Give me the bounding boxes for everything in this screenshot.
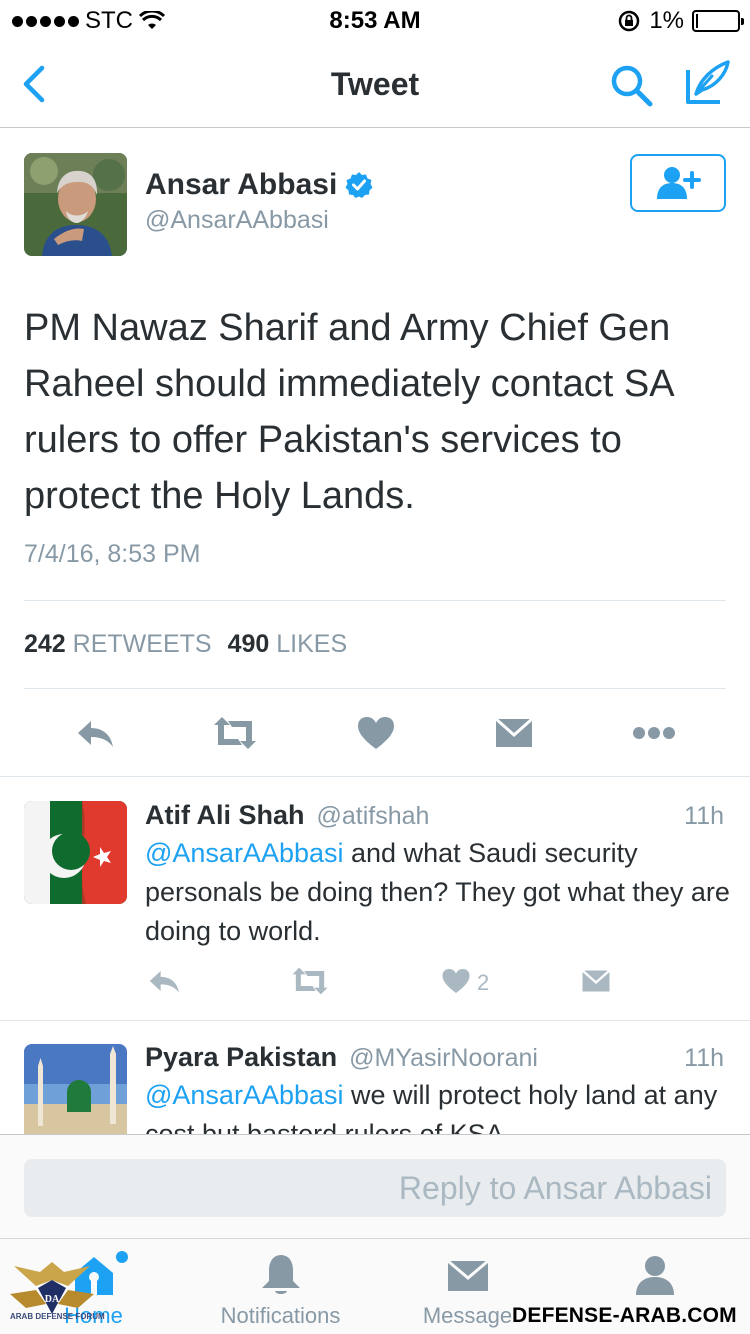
reply-header: Pyara Pakistan @MYasirNoorani — [145, 1042, 538, 1073]
flag-avatar-image — [24, 801, 127, 904]
like-icon[interactable] — [441, 966, 471, 996]
home-notification-dot — [116, 1251, 128, 1263]
retweets-count: 242 — [24, 630, 66, 658]
reply-actions: 2 — [0, 966, 750, 1006]
reply-icon[interactable] — [146, 966, 182, 996]
reply-item[interactable]: Atif Ali Shah @atifshah 11h @AnsarAAbbas… — [0, 776, 750, 1020]
retweets-stat[interactable]: 242 RETWEETS — [24, 630, 212, 659]
svg-text:DA: DA — [45, 1294, 60, 1305]
likes-stat[interactable]: 490 LIKES — [228, 630, 348, 659]
reply-time: 11h — [684, 802, 724, 830]
author-name[interactable]: Ansar Abbasi — [145, 168, 373, 202]
mention-link[interactable]: @AnsarAAbbasi — [145, 838, 344, 868]
divider — [24, 688, 726, 689]
reply-author-name[interactable]: Atif Ali Shah — [145, 800, 305, 831]
retweets-label: RETWEETS — [72, 630, 212, 658]
verified-badge-icon — [345, 172, 373, 198]
battery-percent: 1% — [649, 7, 684, 34]
reply-composer — [0, 1134, 750, 1238]
tweet-actions — [0, 705, 750, 761]
rotation-lock-icon — [619, 10, 640, 32]
mention-link[interactable]: @AnsarAAbbasi — [145, 1080, 344, 1110]
search-icon[interactable] — [608, 62, 656, 110]
bell-icon — [261, 1255, 300, 1294]
envelope-icon — [446, 1259, 489, 1291]
reply-input[interactable] — [24, 1159, 726, 1217]
author-name-text: Ansar Abbasi — [145, 168, 338, 201]
reply-time: 11h — [684, 1044, 724, 1072]
author-handle[interactable]: @AnsarAAbbasi — [145, 206, 329, 235]
add-user-icon — [657, 167, 701, 199]
reply-author-name[interactable]: Pyara Pakistan — [145, 1042, 337, 1073]
nav-bar: Tweet — [0, 40, 750, 128]
tweet-stats: 242 RETWEETS 490 LIKES — [24, 630, 347, 659]
reply-avatar[interactable] — [24, 801, 127, 904]
retweet-icon[interactable] — [290, 966, 330, 996]
forum-logo-text: ARAB DEFENSE FORUM — [10, 1312, 105, 1321]
watermark-text: DEFENSE-ARAB.COM — [512, 1304, 737, 1327]
profile-icon — [635, 1256, 674, 1295]
reply-header: Atif Ali Shah @atifshah — [145, 800, 429, 831]
reply-text: @AnsarAAbbasi and what Saudi security pe… — [145, 834, 730, 951]
tab-notifications[interactable]: Notifications — [187, 1239, 374, 1334]
direct-message-icon[interactable] — [494, 715, 534, 751]
divider — [24, 600, 726, 601]
author-avatar[interactable] — [24, 153, 127, 256]
reply-icon[interactable] — [75, 715, 115, 751]
more-icon[interactable] — [632, 715, 676, 751]
mosque-avatar-image — [24, 1044, 127, 1134]
battery-icon — [692, 10, 744, 32]
reply-author-handle[interactable]: @atifshah — [317, 802, 430, 831]
tweet-timestamp: 7/4/16, 8:53 PM — [24, 540, 201, 568]
compose-icon[interactable] — [682, 58, 732, 108]
follow-button[interactable] — [630, 154, 726, 212]
tweet-text: PM Nawaz Sharif and Army Chief Gen Rahee… — [24, 307, 673, 517]
reply-like-count: 2 — [477, 970, 490, 995]
reply-text: @AnsarAAbbasi we will protect holy land … — [145, 1076, 730, 1134]
like-icon[interactable] — [356, 715, 396, 751]
likes-count: 490 — [227, 630, 270, 658]
author-photo — [24, 153, 127, 256]
status-bar: STC 8:53 AM 1% — [0, 0, 750, 40]
status-right: 1% — [617, 7, 744, 35]
reply-item[interactable]: Pyara Pakistan @MYasirNoorani 11h @Ansar… — [0, 1020, 750, 1134]
reply-author-handle[interactable]: @MYasirNoorani — [349, 1044, 538, 1073]
tab-label: Notifications — [220, 1303, 341, 1328]
direct-message-icon[interactable] — [581, 966, 611, 996]
retweet-icon[interactable] — [212, 715, 258, 751]
likes-label: LIKES — [276, 630, 348, 658]
reply-avatar[interactable] — [24, 1044, 127, 1134]
